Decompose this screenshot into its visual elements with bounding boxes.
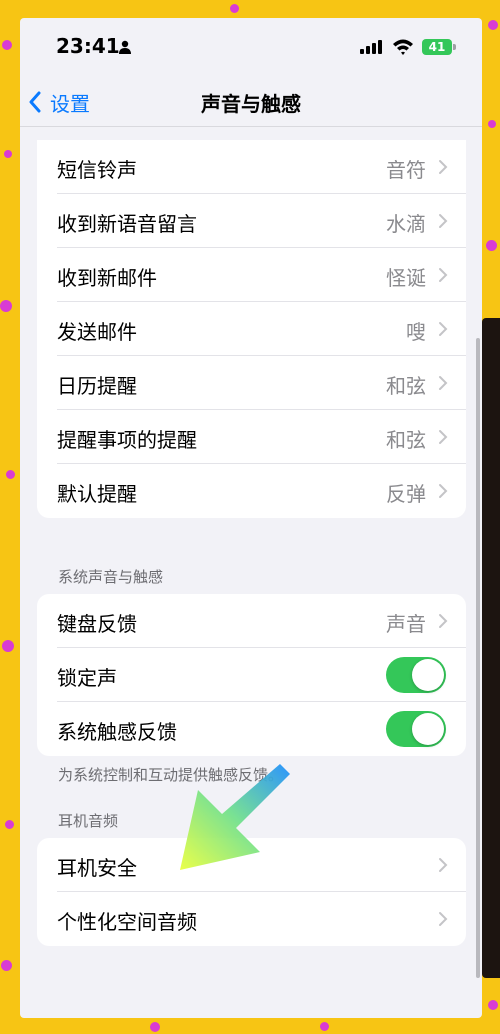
row-label: 发送邮件 [57, 320, 137, 344]
row-label: 收到新语音留言 [57, 212, 197, 236]
phone-screen: 23:41 41 设置 声音与触感 短信铃声 音符 收到新语音留言 水滴 收到新… [20, 18, 482, 1018]
list-item-lock-sound: 锁定声 [37, 648, 466, 702]
status-bar: 23:41 41 [20, 18, 482, 78]
background-photo-edge [482, 318, 500, 978]
list-item-new-voicemail[interactable]: 收到新语音留言 水滴 [37, 194, 466, 248]
list-item-system-haptics: 系统触感反馈 [37, 702, 466, 756]
row-label: 提醒事项的提醒 [57, 428, 197, 452]
row-label: 键盘反馈 [57, 612, 137, 636]
person-icon [119, 40, 131, 54]
bg-dot [150, 1022, 160, 1032]
page-title: 声音与触感 [201, 92, 301, 116]
wifi-icon [393, 39, 413, 55]
list-item-new-mail[interactable]: 收到新邮件 怪诞 [37, 248, 466, 302]
row-label: 收到新邮件 [57, 266, 157, 290]
row-value: 和弦 [386, 374, 426, 398]
system-sounds-list: 键盘反馈 声音 锁定声 系统触感反馈 [37, 594, 466, 756]
chevron-right-icon [439, 484, 448, 498]
scrollbar[interactable] [476, 338, 480, 978]
bg-dot [488, 20, 498, 30]
bg-dot [0, 300, 12, 312]
row-value: 怪诞 [386, 266, 426, 290]
bg-dot [488, 120, 496, 128]
section-header-headphone: 耳机音频 [58, 812, 119, 830]
row-label: 个性化空间音频 [57, 910, 197, 934]
chevron-right-icon [439, 322, 448, 336]
chevron-right-icon [439, 160, 448, 174]
list-item-default-alerts[interactable]: 默认提醒 反弹 [37, 464, 466, 518]
bg-dot [1, 960, 12, 971]
row-value: 水滴 [386, 212, 426, 236]
bg-dot [6, 470, 15, 479]
bg-dot [5, 820, 14, 829]
row-value: 反弹 [386, 482, 426, 506]
row-label: 耳机安全 [57, 856, 137, 880]
lock-sound-toggle[interactable] [386, 657, 446, 693]
list-item-personalized-spatial-audio[interactable]: 个性化空间音频 [37, 892, 466, 946]
chevron-right-icon [439, 430, 448, 444]
chevron-right-icon [439, 376, 448, 390]
bg-dot [4, 150, 12, 158]
row-label: 锁定声 [57, 666, 117, 690]
row-label: 短信铃声 [57, 158, 137, 182]
bg-dot [486, 240, 497, 251]
ringtone-list: 短信铃声 音符 收到新语音留言 水滴 收到新邮件 怪诞 发送邮件 嗖 日历提醒 … [37, 140, 466, 518]
list-item-keyboard-feedback[interactable]: 键盘反馈 声音 [37, 594, 466, 648]
chevron-right-icon [439, 268, 448, 282]
list-item-calendar-alerts[interactable]: 日历提醒 和弦 [37, 356, 466, 410]
toggle-knob [412, 659, 444, 691]
list-item-sent-mail[interactable]: 发送邮件 嗖 [37, 302, 466, 356]
status-time: 23:41 [56, 34, 120, 58]
battery-tip [453, 44, 456, 50]
bg-dot [320, 1022, 329, 1031]
battery-icon: 41 [422, 39, 452, 55]
bg-dot [2, 40, 12, 50]
chevron-right-icon [439, 614, 448, 628]
list-item-reminder-alerts[interactable]: 提醒事项的提醒 和弦 [37, 410, 466, 464]
row-label: 默认提醒 [57, 482, 137, 506]
row-value: 声音 [386, 612, 426, 636]
cellular-signal-icon [360, 40, 382, 54]
list-item-sms-tone[interactable]: 短信铃声 音符 [37, 140, 466, 194]
chevron-right-icon [439, 912, 448, 926]
bg-dot [2, 640, 14, 652]
row-value: 和弦 [386, 428, 426, 452]
row-value: 音符 [386, 158, 426, 182]
pointer-arrow-icon [180, 764, 290, 870]
toggle-knob [412, 713, 444, 745]
row-label: 日历提醒 [57, 374, 137, 398]
system-haptics-toggle[interactable] [386, 711, 446, 747]
chevron-right-icon [439, 858, 448, 872]
row-label: 系统触感反馈 [57, 720, 177, 744]
bg-dot [488, 1000, 498, 1010]
row-value: 嗖 [406, 320, 426, 344]
chevron-right-icon [439, 214, 448, 228]
bg-dot [230, 4, 239, 13]
section-header-system: 系统声音与触感 [58, 568, 164, 586]
navigation-bar: 设置 声音与触感 [20, 78, 482, 127]
